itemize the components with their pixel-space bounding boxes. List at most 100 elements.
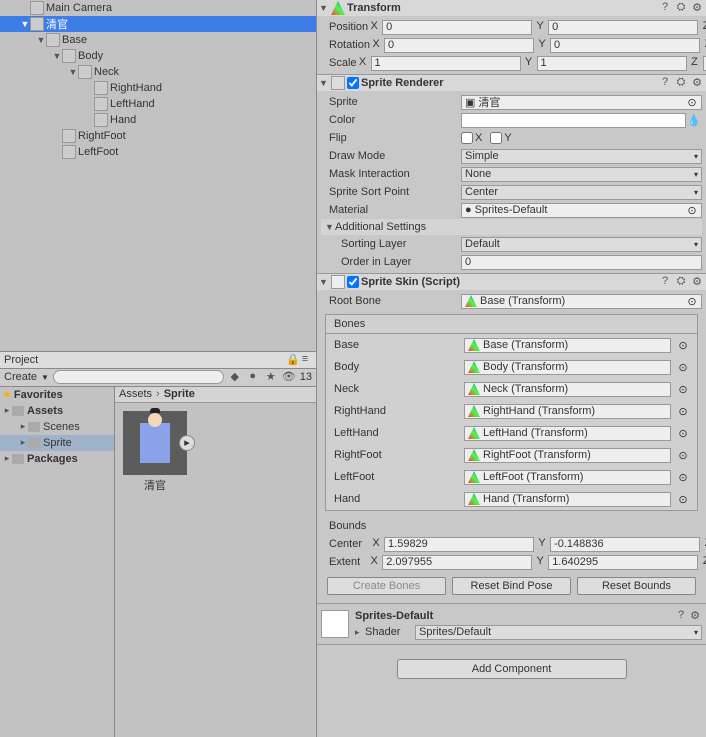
- fold-icon[interactable]: ▸: [2, 453, 12, 464]
- search-input[interactable]: [53, 370, 224, 384]
- x-field[interactable]: [382, 20, 532, 35]
- enable-checkbox[interactable]: [347, 276, 359, 288]
- reset-bindpose-button[interactable]: Reset Bind Pose: [452, 577, 571, 595]
- project-tab[interactable]: Project: [4, 354, 38, 366]
- fold-icon[interactable]: ▼: [319, 3, 329, 13]
- drawmode-dropdown[interactable]: Simple▾: [461, 149, 702, 164]
- sortpoint-dropdown[interactable]: Center▾: [461, 185, 702, 200]
- fold-icon[interactable]: ▼: [20, 19, 30, 29]
- y-field[interactable]: [537, 56, 687, 71]
- x-field[interactable]: [384, 38, 534, 53]
- object-picker-icon[interactable]: ⊙: [677, 383, 689, 396]
- object-picker-icon[interactable]: ⊙: [686, 96, 698, 109]
- help-icon[interactable]: ?: [674, 609, 688, 623]
- flip-y-checkbox[interactable]: [490, 132, 502, 144]
- hierarchy-item[interactable]: LeftFoot: [0, 144, 316, 160]
- hierarchy-item[interactable]: ▼Neck: [0, 64, 316, 80]
- bone-field[interactable]: Hand (Transform): [464, 492, 671, 507]
- help-icon[interactable]: ?: [658, 1, 672, 15]
- preset-icon[interactable]: ⛭: [674, 1, 688, 15]
- folder-item[interactable]: ▸Packages: [0, 451, 114, 467]
- hierarchy-item[interactable]: ▼Body: [0, 48, 316, 64]
- object-picker-icon[interactable]: ⊙: [677, 405, 689, 418]
- create-bones-button[interactable]: Create Bones: [327, 577, 446, 595]
- sprite-field[interactable]: ▣清官⊙: [461, 95, 702, 110]
- center-x-field[interactable]: [384, 537, 534, 552]
- hierarchy-item[interactable]: Hand: [0, 112, 316, 128]
- gear-icon[interactable]: ⚙: [688, 609, 702, 623]
- object-picker-icon[interactable]: ⊙: [677, 427, 689, 440]
- hierarchy-item[interactable]: RightHand: [0, 80, 316, 96]
- hierarchy-item[interactable]: LeftHand: [0, 96, 316, 112]
- help-icon[interactable]: ?: [658, 275, 672, 289]
- hierarchy-item[interactable]: ▼清官: [0, 16, 316, 32]
- breadcrumb-sprite[interactable]: Sprite: [164, 388, 195, 400]
- favorites-item[interactable]: ★ Favorites: [0, 387, 114, 403]
- material-field[interactable]: ●Sprites-Default⊙: [461, 203, 702, 218]
- filter-type-icon[interactable]: ◆: [228, 370, 242, 384]
- object-picker-icon[interactable]: ⊙: [677, 471, 689, 484]
- gear-icon[interactable]: ⚙: [690, 76, 704, 90]
- object-picker-icon[interactable]: ⊙: [686, 204, 698, 217]
- color-field[interactable]: [461, 113, 686, 128]
- hierarchy-item[interactable]: ▼Base: [0, 32, 316, 48]
- bone-field[interactable]: Base (Transform): [464, 338, 671, 353]
- bone-field[interactable]: RightHand (Transform): [464, 404, 671, 419]
- hierarchy-item[interactable]: Main Camera: [0, 0, 316, 16]
- extent-x-field[interactable]: [382, 555, 532, 570]
- fold-icon[interactable]: ▼: [319, 78, 329, 88]
- filter-label-icon[interactable]: ●: [246, 370, 260, 384]
- eyedropper-icon[interactable]: 💧: [686, 114, 702, 127]
- help-icon[interactable]: ?: [658, 76, 672, 90]
- bone-field[interactable]: RightFoot (Transform): [464, 448, 671, 463]
- fold-icon[interactable]: ▼: [36, 35, 46, 45]
- bone-field[interactable]: Body (Transform): [464, 360, 671, 375]
- folder-item[interactable]: ▸Sprite: [0, 435, 114, 451]
- shader-dropdown[interactable]: Sprites/Default▾: [415, 625, 702, 640]
- hidden-icon[interactable]: 👁: [282, 370, 296, 384]
- breadcrumb-assets[interactable]: Assets: [119, 388, 152, 400]
- folder-item[interactable]: ▸Scenes: [0, 419, 114, 435]
- gear-icon[interactable]: ⚙: [690, 275, 704, 289]
- y-field[interactable]: [550, 38, 700, 53]
- fold-icon[interactable]: ▼: [68, 67, 78, 77]
- center-y-field[interactable]: [550, 537, 700, 552]
- object-picker-icon[interactable]: ⊙: [686, 295, 698, 308]
- flip-x-checkbox[interactable]: [461, 132, 473, 144]
- preset-icon[interactable]: ⛭: [674, 76, 688, 90]
- fold-icon[interactable]: ▼: [319, 277, 329, 287]
- bone-field[interactable]: LeftFoot (Transform): [464, 470, 671, 485]
- enable-checkbox[interactable]: [347, 77, 359, 89]
- fold-icon[interactable]: ▸: [355, 627, 365, 638]
- lock-icon[interactable]: 🔒: [286, 353, 298, 366]
- asset-thumbnail[interactable]: ▸: [123, 411, 187, 475]
- create-dropdown-icon[interactable]: ▼: [41, 373, 49, 382]
- fold-icon[interactable]: ▸: [18, 437, 28, 448]
- fold-icon[interactable]: ▸: [2, 405, 12, 416]
- gear-icon[interactable]: ⚙: [690, 1, 704, 15]
- y-field[interactable]: [548, 20, 698, 35]
- menu-icon[interactable]: ≡: [298, 353, 312, 367]
- object-picker-icon[interactable]: ⊙: [677, 339, 689, 352]
- reset-bounds-button[interactable]: Reset Bounds: [577, 577, 696, 595]
- create-button[interactable]: Create: [4, 371, 37, 383]
- folder-item[interactable]: ▸Assets: [0, 403, 114, 419]
- object-picker-icon[interactable]: ⊙: [677, 361, 689, 374]
- preset-icon[interactable]: ⛭: [674, 275, 688, 289]
- extent-y-field[interactable]: [548, 555, 698, 570]
- mask-dropdown[interactable]: None▾: [461, 167, 702, 182]
- fold-icon[interactable]: ▼: [325, 222, 335, 232]
- fold-icon[interactable]: ▼: [52, 51, 62, 61]
- add-component-button[interactable]: Add Component: [397, 659, 627, 679]
- order-field[interactable]: [461, 255, 702, 270]
- sortlayer-dropdown[interactable]: Default▾: [461, 237, 702, 252]
- z-field[interactable]: [703, 56, 706, 71]
- bone-field[interactable]: LeftHand (Transform): [464, 426, 671, 441]
- fold-icon[interactable]: ▸: [18, 421, 28, 432]
- rootbone-field[interactable]: Base (Transform)⊙: [461, 294, 702, 309]
- hierarchy-item[interactable]: RightFoot: [0, 128, 316, 144]
- bone-field[interactable]: Neck (Transform): [464, 382, 671, 397]
- object-picker-icon[interactable]: ⊙: [677, 449, 689, 462]
- x-field[interactable]: [371, 56, 521, 71]
- star-icon[interactable]: ★: [264, 370, 278, 384]
